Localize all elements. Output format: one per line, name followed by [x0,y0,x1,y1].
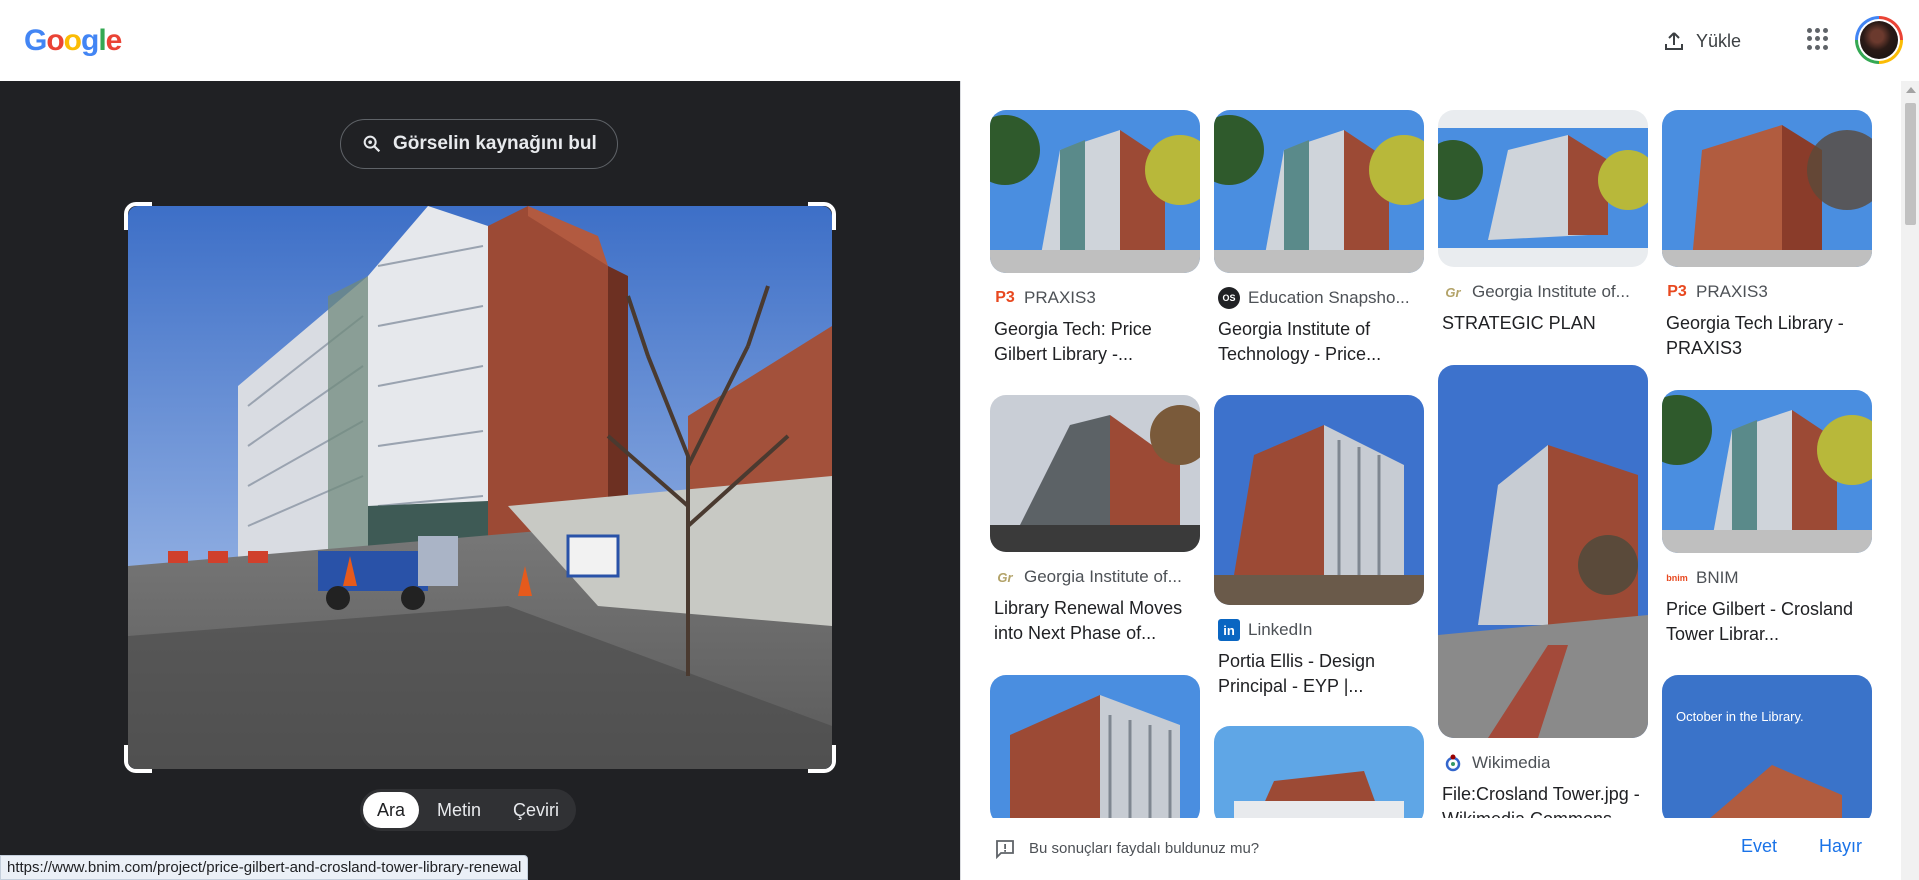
scroll-thumb[interactable] [1905,103,1916,225]
avatar-image [1860,21,1898,59]
result-card[interactable]: P3 PRAXIS3 Georgia Tech: Price Gilbert Li… [990,110,1200,367]
result-source: P3 PRAXIS3 [1662,281,1872,303]
os-icon: OS [1218,287,1240,309]
linkedin-icon: in [1218,619,1240,641]
result-thumbnail[interactable] [1214,395,1424,605]
result-source: OS Education Snapsho... [1214,287,1424,309]
lens-search-icon [363,135,381,153]
result-source: Gr Georgia Institute of... [990,566,1200,588]
upload-label: Yükle [1696,30,1742,51]
result-source: bnim BNIM [1662,567,1872,589]
praxis3-icon: P3 [1667,283,1687,300]
wikimedia-icon [1442,752,1464,774]
lens-image-pane: Görselin kaynağını bul Ara Metin Çeviri [0,81,960,880]
logo-letter: l [98,24,106,57]
source-name: PRAXIS3 [1024,288,1096,307]
result-card[interactable] [1214,726,1424,818]
logo-letter: g [81,24,99,57]
find-image-source-button[interactable]: Görselin kaynağını bul [340,119,618,169]
status-bar-url: https://www.bnim.com/project/price-gilbe… [0,855,529,880]
feedback-question: Bu sonuçları faydalı buldunuz mu? [1029,840,1260,857]
query-image [128,206,832,769]
result-title[interactable]: Library Renewal Moves into Next Phase of… [990,596,1200,646]
result-title[interactable]: Georgia Tech: Price Gilbert Library -... [990,317,1200,367]
logo-letter: o [63,24,82,57]
lens-mode-switch: Ara Metin Çeviri [360,789,577,831]
google-apps-icon[interactable] [1806,27,1830,51]
result-source: Wikimedia [1438,752,1648,774]
source-name: Wikimedia [1472,753,1551,772]
result-card[interactable]: Wikimedia File:Crosland Tower.jpg - Wiki… [1438,365,1648,818]
source-name: LinkedIn [1248,620,1313,639]
scroll-up-arrow[interactable] [1906,87,1916,93]
logo-letter: o [46,24,64,57]
result-thumbnail[interactable] [1214,110,1424,273]
gt-icon: Gr [997,569,1013,585]
result-title[interactable]: Georgia Tech Library - PRAXIS3 [1662,311,1872,361]
result-thumbnail[interactable] [1438,365,1648,738]
result-thumbnail[interactable] [990,675,1200,818]
gt-icon: Gr [1445,284,1461,300]
result-card[interactable]: Gr Georgia Institute of... Library Renewa… [990,395,1200,646]
result-card[interactable]: P3 PRAXIS3 Georgia Tech Library - PRAXIS3 [1662,110,1872,361]
top-bar: Google Yükle [0,0,1919,81]
mode-search[interactable]: Ara [363,792,420,828]
feedback-no-button[interactable]: Hayır [1819,836,1862,857]
crop-handle-bottom-right[interactable] [808,745,836,773]
result-source: P3 PRAXIS3 [990,287,1200,309]
result-thumbnail[interactable] [1662,110,1872,267]
source-name: BNIM [1696,568,1739,587]
result-card[interactable]: bnim BNIM Price Gilbert - Crosland Tower … [1662,390,1872,647]
result-thumbnail[interactable] [1214,726,1424,818]
source-name: Georgia Institute of... [1024,567,1182,586]
result-title[interactable]: Georgia Institute of Technology - Price.… [1214,317,1424,367]
google-logo[interactable]: Google [24,24,123,58]
mode-text[interactable]: Metin [423,792,495,828]
visual-matches-grid: P3 PRAXIS3 Georgia Tech: Price Gilbert Li… [961,81,1901,818]
feedback-bar: Bu sonuçları faydalı buldunuz mu? Evet H… [961,818,1901,880]
crop-handle-top-left[interactable] [124,202,152,230]
result-card[interactable]: OS Education Snapsho... Georgia Institute… [1214,110,1424,367]
result-title[interactable]: Portia Ellis - Design Principal - EYP |.… [1214,649,1424,699]
results-pane: P3 PRAXIS3 Georgia Tech: Price Gilbert Li… [960,81,1919,880]
result-title[interactable]: File:Crosland Tower.jpg - Wikimedia Comm… [1438,782,1648,818]
crop-selection[interactable] [124,202,836,773]
result-thumbnail[interactable] [990,395,1200,552]
upload-button[interactable]: Yükle [1650,22,1753,60]
bnim-icon: bnim [1666,573,1688,583]
logo-letter: G [24,24,47,57]
result-source: Gr Georgia Institute of... [1438,281,1648,303]
result-card[interactable] [990,675,1200,818]
praxis3-icon: P3 [995,289,1015,306]
source-name: Education Snapsho... [1248,288,1410,307]
crop-handle-top-right[interactable] [808,202,836,230]
result-title[interactable]: Price Gilbert - Crosland Tower Librar... [1662,597,1872,647]
feedback-yes-button[interactable]: Evet [1741,836,1777,857]
crop-handle-bottom-left[interactable] [124,745,152,773]
result-card[interactable]: in LinkedIn Portia Ellis - Design Princip… [1214,395,1424,699]
feedback-icon [996,840,1014,859]
source-name: Georgia Institute of... [1472,282,1630,301]
find-source-label: Görselin kaynağını bul [393,133,597,154]
upload-icon [1665,32,1683,50]
account-avatar[interactable] [1855,16,1903,64]
source-name: PRAXIS3 [1696,282,1768,301]
result-card[interactable]: October in the Library. [1662,675,1872,818]
result-title[interactable]: STRATEGIC PLAN [1438,311,1648,336]
result-source: in LinkedIn [1214,619,1424,641]
result-thumbnail[interactable]: October in the Library. [1662,675,1872,818]
result-thumbnail[interactable] [1662,390,1872,553]
mode-translate[interactable]: Çeviri [499,792,573,828]
result-thumbnail[interactable] [990,110,1200,273]
result-thumbnail[interactable] [1438,110,1648,267]
results-scrollbar[interactable] [1901,81,1919,880]
logo-letter: e [105,24,123,57]
result-card[interactable]: Gr Georgia Institute of... STRATEGIC PLAN [1438,110,1648,336]
